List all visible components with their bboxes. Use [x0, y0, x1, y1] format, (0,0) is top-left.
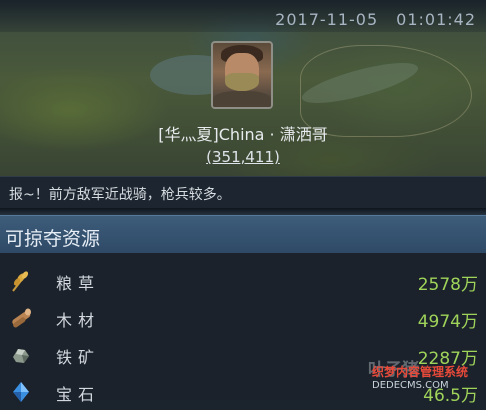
- site-watermark: 叶子猪 织梦内容管理系统 DEDECMS.COM: [368, 353, 486, 400]
- resource-name: 宝石: [56, 385, 101, 404]
- resource-amount-value: 4974: [417, 312, 461, 332]
- section-divider: [0, 208, 486, 215]
- report-date: 2017-11-05: [275, 10, 379, 29]
- resource-amount-unit: 万: [461, 312, 478, 332]
- avatar-body: [213, 91, 271, 107]
- player-power[interactable]: (351,411): [0, 148, 486, 166]
- report-timestamp: 2017-11-05 01:01:42: [257, 10, 476, 29]
- resource-amount-unit: 万: [461, 275, 478, 295]
- resource-amount: 2578万: [418, 270, 478, 295]
- iron-ore-icon: [13, 349, 29, 363]
- lootable-resources-header: 可掠夺资源: [0, 215, 486, 254]
- report-time: 01:01:42: [396, 10, 476, 29]
- resource-amount: 4974万: [418, 307, 478, 332]
- resource-name: 铁矿: [56, 348, 101, 367]
- gem-icon: [13, 382, 29, 402]
- resource-name: 粮草: [56, 274, 101, 293]
- section-title: 可掠夺资源: [5, 228, 101, 250]
- watermark-tagline: 织梦内容管理系统: [372, 365, 469, 379]
- watermark-url: DEDECMS.COM: [372, 380, 449, 391]
- resource-row-grain: 粮草 2578万: [0, 263, 486, 299]
- player-avatar[interactable]: [211, 41, 273, 109]
- scout-report-message: 报~！前方敌军近战骑，枪兵较多。: [9, 187, 231, 203]
- resource-name: 木材: [56, 311, 101, 330]
- player-name: [华灬夏]China · 潇洒哥: [158, 125, 328, 144]
- scout-report-bar: 报~！前方敌军近战骑，枪兵较多。: [0, 176, 486, 209]
- resource-amount-value: 2578: [417, 275, 461, 295]
- wood-icon: [12, 308, 31, 328]
- avatar-mask: [225, 73, 259, 91]
- grain-icon: [12, 271, 29, 292]
- player-power-link[interactable]: (351,411): [206, 148, 280, 166]
- resource-row-wood: 木材 4974万: [0, 300, 486, 336]
